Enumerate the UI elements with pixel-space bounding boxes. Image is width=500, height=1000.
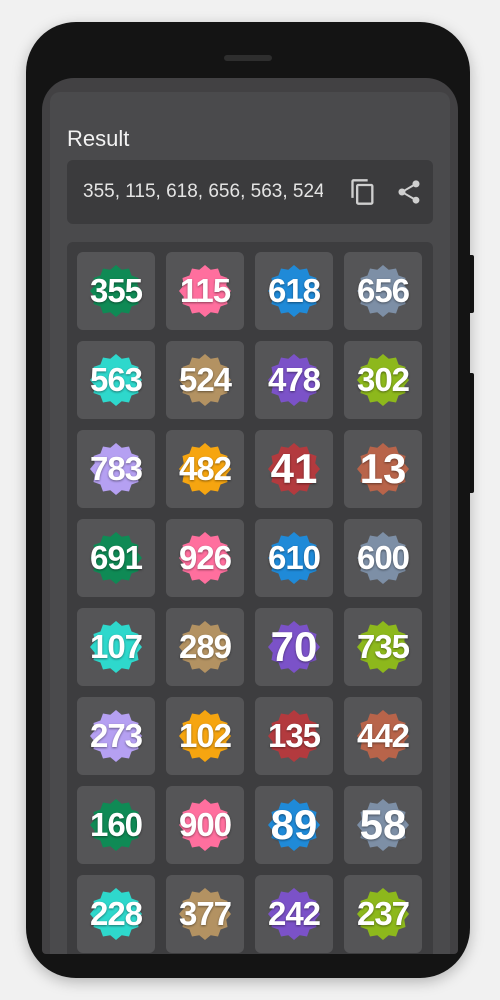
- tile-number: 107: [89, 628, 143, 665]
- number-tile[interactable]: 482: [166, 430, 244, 508]
- number-grid: 355 115 618 656 563 524 478 302 783 482 41 13 691 926…: [67, 242, 433, 954]
- tile-number: 600: [356, 539, 410, 576]
- number-tile[interactable]: 102: [166, 697, 244, 775]
- result-output-text[interactable]: 355, 115, 618, 656, 563, 524, 478, 302, …: [83, 181, 323, 203]
- number-tile[interactable]: 563: [77, 341, 155, 419]
- copy-icon: [351, 179, 374, 205]
- number-tile[interactable]: 58: [344, 786, 422, 864]
- tile-number: 926: [178, 539, 232, 576]
- tile-number: 289: [178, 628, 232, 665]
- number-tile[interactable]: 13: [344, 430, 422, 508]
- share-button[interactable]: [395, 178, 423, 206]
- tile-number: 377: [178, 895, 232, 932]
- tile-number: 610: [267, 539, 321, 576]
- number-tile[interactable]: 691: [77, 519, 155, 597]
- tile-number: 783: [89, 450, 143, 487]
- share-icon: [398, 180, 420, 204]
- tile-number: 482: [178, 450, 232, 487]
- tile-number: 900: [178, 806, 232, 843]
- result-label: Result: [67, 126, 130, 151]
- number-tile[interactable]: 289: [166, 608, 244, 686]
- number-tile[interactable]: 107: [77, 608, 155, 686]
- tile-number: 656: [356, 272, 410, 309]
- tile-number: 355: [89, 272, 143, 309]
- number-tile[interactable]: 228: [77, 875, 155, 953]
- tile-number: 228: [89, 895, 143, 932]
- number-tile[interactable]: 900: [166, 786, 244, 864]
- tile-number: 89: [270, 801, 318, 848]
- speaker-grille: [224, 55, 272, 61]
- number-tile[interactable]: 135: [255, 697, 333, 775]
- tile-number: 691: [89, 539, 143, 576]
- number-tile[interactable]: 783: [77, 430, 155, 508]
- number-tile[interactable]: 656: [344, 252, 422, 330]
- number-tile[interactable]: 89: [255, 786, 333, 864]
- number-tile[interactable]: 377: [166, 875, 244, 953]
- tile-number: 41: [270, 445, 318, 492]
- tile-number: 563: [89, 361, 143, 398]
- number-tile[interactable]: 115: [166, 252, 244, 330]
- tile-number: 273: [89, 717, 143, 754]
- number-tile[interactable]: 273: [77, 697, 155, 775]
- tile-number: 735: [356, 628, 410, 665]
- result-card: Result 355, 115, 618, 656, 563, 524, 478…: [50, 92, 450, 954]
- copy-button[interactable]: [349, 178, 377, 206]
- tile-number: 442: [356, 717, 410, 754]
- tile-number: 13: [359, 445, 407, 492]
- tile-number: 135: [267, 717, 321, 754]
- number-tile[interactable]: 355: [77, 252, 155, 330]
- number-tile[interactable]: 524: [166, 341, 244, 419]
- number-tile[interactable]: 600: [344, 519, 422, 597]
- tile-number: 58: [359, 801, 407, 848]
- number-tile[interactable]: 478: [255, 341, 333, 419]
- tile-number: 160: [89, 806, 143, 843]
- number-tile[interactable]: 242: [255, 875, 333, 953]
- number-tile[interactable]: 302: [344, 341, 422, 419]
- number-tile[interactable]: 610: [255, 519, 333, 597]
- number-tile[interactable]: 735: [344, 608, 422, 686]
- tile-number: 70: [270, 623, 318, 670]
- number-tile[interactable]: 442: [344, 697, 422, 775]
- tile-number: 102: [178, 717, 232, 754]
- number-tile[interactable]: 70: [255, 608, 333, 686]
- tile-number: 524: [178, 361, 232, 398]
- number-tile[interactable]: 41: [255, 430, 333, 508]
- tile-number: 618: [267, 272, 321, 309]
- number-tile[interactable]: 160: [77, 786, 155, 864]
- number-tile[interactable]: 237: [344, 875, 422, 953]
- tile-number: 478: [267, 361, 321, 398]
- number-tile[interactable]: 618: [255, 252, 333, 330]
- tile-number: 302: [356, 361, 410, 398]
- result-output-box[interactable]: 355, 115, 618, 656, 563, 524, 478, 302, …: [67, 160, 433, 224]
- app-screen: Result 355, 115, 618, 656, 563, 524, 478…: [42, 78, 458, 954]
- tile-number: 242: [267, 895, 321, 932]
- number-tile[interactable]: 926: [166, 519, 244, 597]
- tile-number: 237: [356, 895, 410, 932]
- tile-number: 115: [179, 272, 231, 309]
